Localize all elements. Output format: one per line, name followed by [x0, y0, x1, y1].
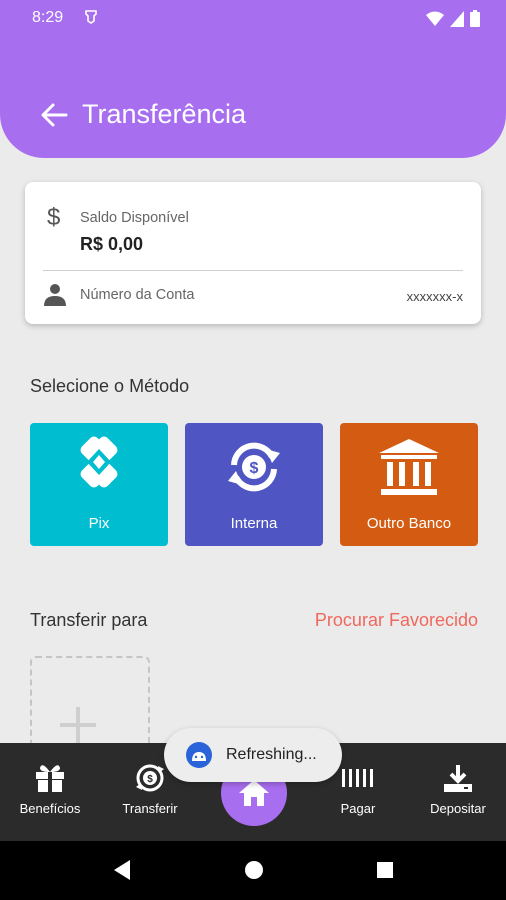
method-interna-label: Interna	[230, 515, 278, 532]
nav-beneficios-label: Benefícios	[19, 801, 81, 816]
conta-value: xxxxxxx-x	[406, 289, 463, 304]
app-header: 8:29 Transferência	[0, 0, 506, 158]
method-outro-banco-label: Outro Banco	[366, 515, 452, 532]
battery-icon	[470, 10, 480, 27]
saldo-label: Saldo Disponível	[80, 210, 189, 226]
method-pix-label: Pix	[88, 515, 110, 532]
nav-home-icon[interactable]	[244, 859, 264, 881]
nav-recents-icon[interactable]	[375, 859, 395, 881]
signal-icon	[450, 10, 464, 27]
nav-depositar-label: Depositar	[430, 801, 486, 816]
back-arrow-icon[interactable]	[40, 102, 68, 128]
exchange-icon: $	[228, 442, 280, 492]
dollar-icon: $	[47, 204, 61, 231]
method-outro-banco-button[interactable]: Outro Banco	[340, 423, 478, 546]
status-time: 8:29	[32, 9, 64, 26]
plus-icon	[60, 707, 96, 743]
nav-back-icon[interactable]	[112, 859, 132, 881]
conta-label: Número da Conta	[80, 287, 195, 303]
nav-depositar[interactable]: Depositar	[418, 743, 498, 841]
saldo-value: R$ 0,00	[80, 234, 144, 254]
svg-text:$: $	[250, 460, 259, 477]
person-icon	[44, 284, 66, 306]
system-nav-bar	[0, 841, 506, 900]
wifi-icon	[426, 11, 444, 26]
status-icons	[426, 10, 480, 27]
transfer-section-label: Transferir para	[30, 610, 148, 630]
bank-icon	[379, 439, 439, 495]
pix-icon	[80, 436, 118, 488]
barcode-icon	[342, 769, 373, 787]
home-icon	[239, 780, 269, 806]
transfer-icon: $	[136, 764, 164, 792]
android-icon	[186, 742, 212, 768]
gift-icon	[36, 765, 64, 792]
search-favorecido-link[interactable]: Procurar Favorecido	[315, 610, 478, 631]
account-card: $ Saldo Disponível R$ 0,00 Número da Con…	[25, 182, 481, 324]
nav-pagar-label: Pagar	[340, 801, 376, 816]
nav-transferir-label: Transferir	[122, 801, 178, 816]
method-pix-button[interactable]: Pix	[30, 423, 168, 546]
page-title: Transferência	[82, 99, 247, 129]
method-interna-button[interactable]: $ Interna	[185, 423, 323, 546]
status-bar: 8:29	[0, 0, 506, 36]
nav-beneficios[interactable]: Benefícios	[10, 743, 90, 841]
card-divider	[43, 270, 463, 271]
refreshing-toast: Refreshing...	[164, 728, 342, 782]
toast-text: Refreshing...	[226, 746, 317, 763]
method-section-label: Selecione o Método	[30, 376, 190, 396]
download-icon	[444, 765, 472, 792]
notification-app-icon	[85, 10, 97, 24]
svg-text:$: $	[147, 774, 153, 785]
